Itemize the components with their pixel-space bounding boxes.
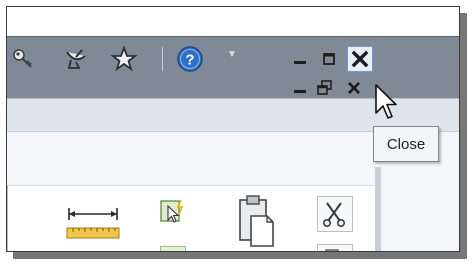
doc-minimize-icon[interactable] [289,77,311,99]
ruler-measure-icon[interactable] [63,206,123,246]
key-icon[interactable] [9,45,37,73]
help-icon[interactable]: ? [175,44,205,74]
ribbon-panel [7,185,376,251]
close-button[interactable] [347,46,373,72]
svg-text:?: ? [185,52,194,69]
cursor-icon [375,84,397,119]
star-icon[interactable] [110,45,138,73]
satellite-icon[interactable] [62,45,90,73]
chevron-down-icon[interactable]: ▼ [227,49,237,60]
doc-close-icon[interactable] [343,77,365,99]
cut-icon[interactable] [317,196,353,232]
select-icon-2[interactable] [160,246,186,251]
maximize-icon[interactable] [318,48,340,70]
doc-restore-icon[interactable] [314,77,336,99]
close-icon [351,50,369,68]
close-tooltip: Close [373,126,439,162]
paste-icon[interactable] [237,194,277,249]
copy-icon[interactable] [317,244,353,251]
select-icon[interactable] [158,198,188,226]
ribbon-edge [375,167,381,251]
minimize-icon[interactable] [289,48,311,70]
screenshot-frame: ? ▼ Close [6,6,460,252]
toolbar-separator [162,47,163,71]
